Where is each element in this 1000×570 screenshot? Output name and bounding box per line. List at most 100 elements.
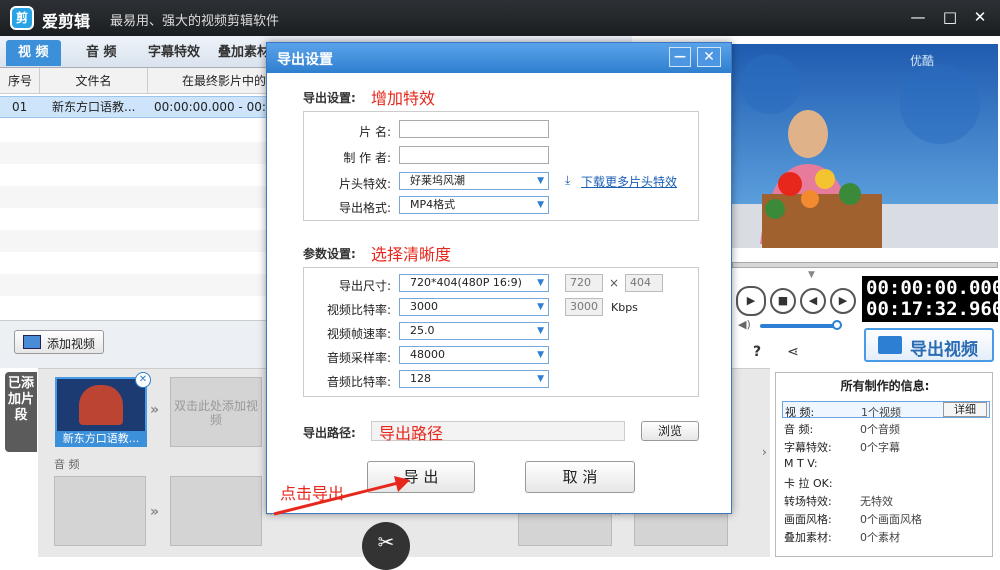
volume-slider[interactable] [760, 324, 838, 328]
info-key: 叠加素材: [784, 531, 832, 544]
audio-slot[interactable] [54, 476, 146, 546]
dialog-title-bar[interactable]: 导出设置 — ✕ [267, 43, 731, 73]
time-display: 00:00:00.000 00:17:32.960 [862, 276, 1000, 322]
stop-button[interactable]: ■ [770, 288, 796, 314]
dialog-close-button[interactable]: ✕ [697, 47, 721, 67]
info-key: 音 频: [784, 423, 814, 436]
annotation-arrow [273, 476, 410, 516]
chevron-down-icon: ▼ [537, 326, 544, 336]
format-select[interactable]: MP4格式 ▼ [399, 196, 549, 214]
frame-rate-select[interactable]: 25.0 ▼ [399, 322, 549, 340]
format-value: MP4格式 [410, 198, 456, 211]
film-icon [23, 335, 41, 349]
custom-bitrate-input[interactable]: 3000 [565, 298, 603, 316]
clip-label: 新东方口语教... [55, 431, 147, 447]
author-label: 制 作 者: [343, 151, 391, 165]
minimize-button[interactable]: — [908, 8, 928, 26]
col-index[interactable]: 序号 [0, 68, 40, 94]
info-value: 0个音频 [860, 423, 900, 436]
info-row-subtitle: 字幕特效: 0个字幕 [782, 437, 990, 454]
collapse-arrow-icon[interactable]: › [762, 445, 774, 475]
export-path-label: 导出路径: [303, 426, 356, 440]
info-row-karaoke: 卡 拉 OK: [782, 473, 990, 490]
frame-rate-value: 25.0 [410, 324, 435, 337]
close-button[interactable]: ✕ [970, 8, 990, 26]
intro-effect-select[interactable]: 好莱坞风潮 ▼ [399, 172, 549, 190]
height-input[interactable]: 404 [625, 274, 663, 292]
multiply-sign: × [609, 276, 620, 290]
info-key: 画面风格: [784, 513, 832, 526]
info-key: 字幕特效: [784, 441, 832, 454]
export-settings-dialog: 导出设置 — ✕ 导出设置: 增加特效 片 名: 制 作 者: 片头特效: 好莱… [266, 42, 732, 514]
current-time: 00:00:00.000 [866, 277, 1000, 299]
info-key: 卡 拉 OK: [784, 477, 833, 490]
tab-subtitle-effects[interactable]: 字幕特效 [136, 40, 212, 66]
chevron-down-icon: ▼ [537, 278, 544, 288]
row-filename: 新东方口语教... [52, 100, 136, 114]
col-filename[interactable]: 文件名 [40, 68, 148, 94]
dialog-minimize-button[interactable]: — [669, 47, 691, 67]
app-name: 爱剪辑 [42, 12, 91, 31]
row-index: 01 [12, 100, 28, 114]
chevron-down-icon: ▼ [537, 350, 544, 360]
info-row-overlay: 叠加素材: 0个素材 [782, 527, 990, 544]
output-size-select[interactable]: 720*404(480P 16:9) ▼ [399, 274, 549, 292]
info-key: M T V: [784, 457, 818, 470]
volume-handle[interactable] [832, 320, 842, 330]
audio-bitrate-select[interactable]: 128 ▼ [399, 370, 549, 388]
playback-progress-bar[interactable] [732, 262, 998, 268]
annotation-select-quality: 选择清晰度 [371, 245, 452, 264]
chevron-down-icon: ▼ [537, 200, 544, 210]
intro-effect-value: 好莱坞风潮 [410, 174, 465, 187]
row-time: 00:00:00.000 - 00:1 [154, 100, 274, 114]
info-row-video: 视 频: 1个视频 详细 [782, 401, 990, 419]
next-frame-button[interactable]: ▶ [830, 288, 856, 314]
video-bitrate-label: 视频比特率: [326, 303, 391, 317]
sample-rate-select[interactable]: 48000 ▼ [399, 346, 549, 364]
video-frame [730, 54, 998, 248]
browse-button[interactable]: 浏览 [641, 421, 699, 441]
detail-button[interactable]: 详细 [943, 402, 987, 417]
tab-video[interactable]: 视 频 [6, 40, 61, 66]
info-value: 1个视频 [861, 406, 901, 419]
add-video-label: 添加视频 [47, 337, 96, 351]
tab-audio[interactable]: 音 频 [74, 40, 129, 66]
author-input[interactable] [399, 146, 549, 164]
info-key: 转场特效: [784, 495, 832, 508]
info-row-style: 画面风格: 0个画面风格 [782, 509, 990, 526]
info-title: 所有制作的信息: [840, 379, 930, 393]
help-icon[interactable]: ? [748, 344, 766, 362]
play-button[interactable]: ▶ [736, 286, 766, 316]
add-video-button[interactable]: 添加视频 [14, 330, 104, 354]
output-size-label: 导出尺寸: [338, 279, 391, 293]
sample-rate-value: 48000 [410, 348, 445, 361]
chevron-down-icon: ▼ [537, 302, 544, 312]
video-preview[interactable] [730, 44, 998, 248]
video-bitrate-select[interactable]: 3000 ▼ [399, 298, 549, 316]
placeholder-text: 双击此处添加视频 [173, 399, 258, 427]
audio-slot[interactable] [170, 476, 262, 546]
info-value: 0个画面风格 [860, 513, 922, 526]
chevron-down-icon[interactable]: ▼ [808, 270, 815, 280]
frame-rate-label: 视频帧速率: [326, 327, 391, 341]
share-icon[interactable]: ⋖ [784, 344, 802, 362]
maximize-button[interactable]: □ [940, 8, 960, 26]
app-slogan: 最易用、强大的视频剪辑软件 [110, 14, 280, 29]
width-input[interactable]: 720 [565, 274, 603, 292]
export-icon [878, 336, 902, 354]
annotation-export-path: 导出路径 [379, 424, 444, 443]
chevron-down-icon: ▼ [537, 374, 544, 384]
info-row-mtv: M T V: [782, 455, 990, 472]
remove-clip-icon[interactable]: ✕ [135, 372, 151, 388]
film-name-input[interactable] [399, 120, 549, 138]
download-more-effects-link[interactable]: 下载更多片头特效 [581, 173, 677, 190]
cancel-button[interactable]: 取 消 [525, 461, 635, 493]
volume-icon[interactable]: ◀) [738, 318, 751, 331]
export-video-button[interactable]: 导出视频 [864, 328, 994, 362]
previous-frame-button[interactable]: ◀ [800, 288, 826, 314]
next-arrow-icon: » [150, 402, 160, 418]
info-value: 0个字幕 [860, 441, 900, 454]
download-icon: ⤓ [565, 173, 571, 187]
scissor-icon[interactable]: ✂ [362, 522, 410, 570]
format-label: 导出格式: [338, 201, 391, 215]
